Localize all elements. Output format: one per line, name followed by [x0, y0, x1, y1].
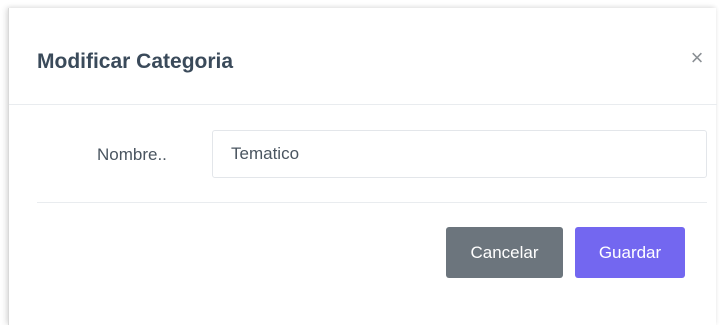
close-icon[interactable]: ×: [685, 46, 709, 70]
modal-title: Modificar Categoria: [37, 50, 234, 73]
name-input[interactable]: [212, 130, 707, 178]
page-canvas: Modificar Categoria × Nombre.. Cancelar …: [0, 0, 724, 325]
save-button[interactable]: Guardar: [575, 227, 685, 278]
footer-divider: [37, 202, 707, 203]
name-form-row: Nombre..: [9, 128, 717, 180]
name-label: Nombre..: [97, 145, 167, 164]
edit-category-modal: Modificar Categoria × Nombre.. Cancelar …: [8, 8, 717, 325]
cancel-button[interactable]: Cancelar: [446, 227, 563, 278]
modal-header: Modificar Categoria ×: [9, 8, 717, 105]
